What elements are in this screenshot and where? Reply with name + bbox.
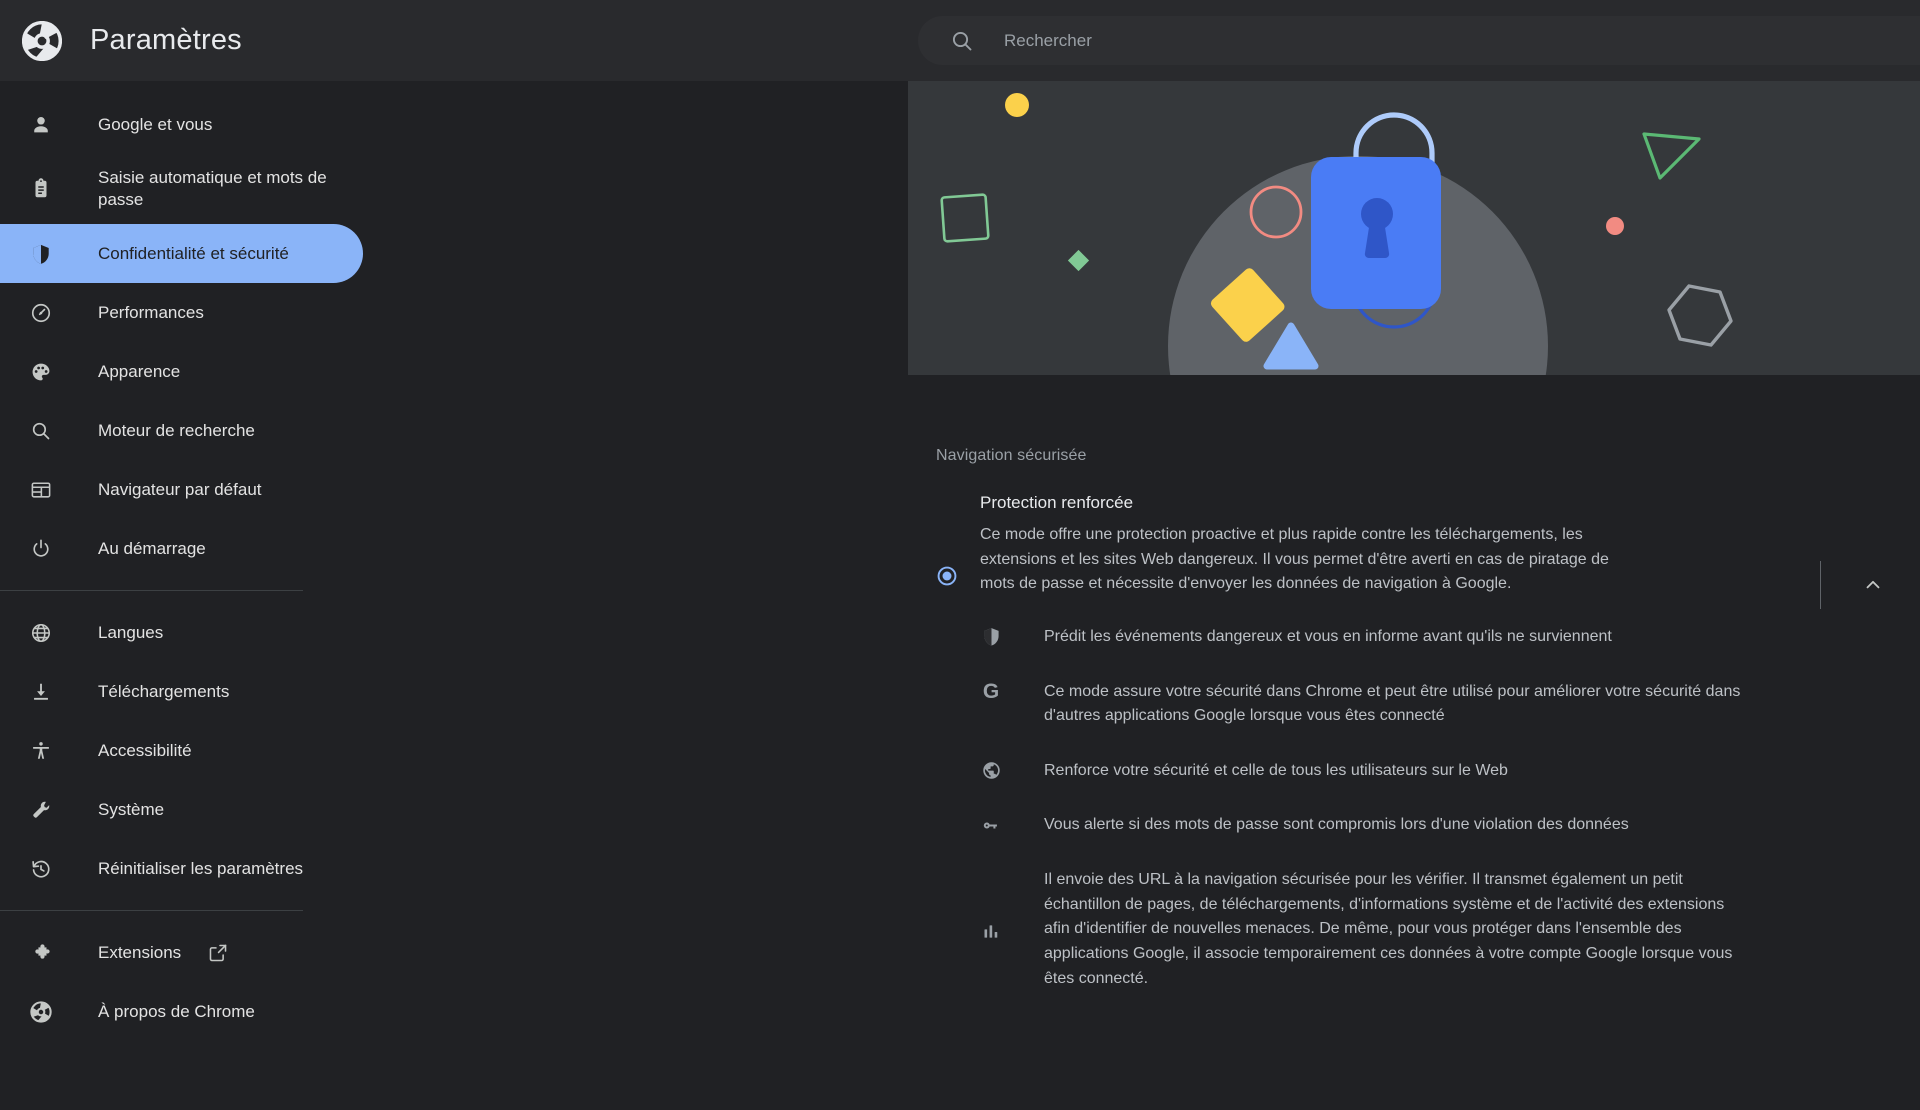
sidebar-item-label: Réinitialiser les paramètres (98, 858, 304, 878)
sidebar-item-saisie-automatique[interactable]: Saisie automatique et mots de passe (0, 154, 908, 224)
feature-item: Vous alerte si des mots de passe sont co… (980, 813, 1880, 838)
feature-list: Prédit les événements dangereux et vous … (980, 625, 1920, 991)
sidebar-item-label: Google et vous (98, 114, 213, 134)
sidebar-item-label: Extensions (98, 942, 182, 962)
sidebar-item-navigateur-par-defaut[interactable]: Navigateur par défaut (0, 460, 908, 519)
feature-item: Renforce votre sécurité et celle de tous… (980, 759, 1880, 784)
power-icon (30, 538, 52, 560)
safe-browsing-option-enhanced[interactable]: Protection renforcée Ce mode offre une p… (908, 465, 1920, 609)
person-icon (30, 114, 52, 136)
restore-clock-icon (30, 858, 52, 880)
settings-window: Paramètres Google et (0, 0, 1920, 1110)
radio-button-selected-icon[interactable] (936, 565, 958, 587)
sidebar-divider-1 (0, 590, 303, 591)
option-divider (1820, 561, 1821, 609)
sidebar-nav: Google et vous Saisie automatique et mot… (0, 81, 908, 1110)
app-header: Paramètres (0, 0, 1920, 81)
section-label: Navigation sécurisée (936, 447, 1087, 464)
sidebar-item-a-propos-de-chrome[interactable]: À propos de Chrome (0, 982, 908, 1041)
sidebar-item-label: Saisie automatique et mots de passe (98, 168, 327, 209)
sidebar-item-telechargements[interactable]: Téléchargements (0, 662, 908, 721)
google-g-icon: G (982, 680, 1000, 703)
feature-item: Prédit les événements dangereux et vous … (980, 625, 1880, 650)
sidebar-item-langues[interactable]: Langues (0, 603, 908, 662)
yellow-dot (1005, 93, 1029, 117)
sidebar-item-performances[interactable]: Performances (0, 283, 908, 342)
sidebar-item-label: Performances (98, 302, 204, 322)
sidebar-item-au-demarrage[interactable]: Au démarrage (0, 519, 908, 578)
sidebar-divider-2 (0, 910, 303, 911)
option-description: Ce mode offre une protection proactive e… (980, 526, 1609, 593)
sidebar-group-2: Langues Téléchargements Accessibilité Sy… (0, 603, 908, 898)
browser-window-icon (30, 479, 52, 501)
sidebar-item-label: Accessibilité (98, 740, 192, 760)
option-title: Protection renforcée (980, 493, 1134, 512)
sidebar-item-apparence[interactable]: Apparence (0, 342, 908, 401)
search-bar[interactable] (918, 16, 1920, 65)
search-input[interactable] (1004, 30, 1920, 51)
feature-text: Renforce votre sécurité et celle de tous… (1044, 761, 1508, 779)
sidebar-group-1: Google et vous Saisie automatique et mot… (0, 95, 908, 578)
sidebar-item-google-et-vous[interactable]: Google et vous (0, 95, 908, 154)
sidebar-item-moteur-de-recherche[interactable]: Moteur de recherche (0, 401, 908, 460)
main-content: Navigation sécurisée Protection renforcé… (908, 81, 1920, 1110)
bar-chart-icon (980, 920, 1002, 942)
hero-illustration (908, 81, 1920, 375)
sidebar-item-label: Téléchargements (98, 681, 230, 701)
sidebar-item-confidentialite-et-securite[interactable]: Confidentialité et sécurité (0, 224, 363, 283)
sidebar-item-label: Langues (98, 622, 164, 642)
download-icon (30, 681, 52, 703)
sidebar-item-label: À propos de Chrome (98, 1001, 255, 1021)
feature-text: Il envoie des URL à la navigation sécuri… (1044, 871, 1733, 987)
puzzle-icon (30, 942, 52, 964)
feature-text: Ce mode assure votre sécurité dans Chrom… (1044, 682, 1741, 725)
sidebar-item-reinitialiser-les-parametres[interactable]: Réinitialiser les paramètres (0, 839, 908, 898)
chrome-logo-icon (30, 1000, 52, 1023)
search-icon (950, 29, 974, 53)
page-title: Paramètres (90, 24, 242, 56)
search-icon (30, 420, 52, 442)
feature-item: Il envoie des URL à la navigation sécuri… (980, 868, 1880, 991)
sidebar-item-label: Système (98, 799, 165, 819)
globe-icon (30, 622, 52, 644)
clipboard-icon (30, 178, 52, 200)
sidebar-item-label: Navigateur par défaut (98, 479, 262, 499)
feature-item: G Ce mode assure votre sécurité dans Chr… (980, 680, 1880, 729)
chevron-up-icon[interactable] (1856, 568, 1890, 602)
sidebar-item-label: Au démarrage (98, 538, 206, 558)
wrench-icon (30, 799, 52, 821)
shield-icon (30, 243, 52, 265)
chrome-logo-icon (22, 20, 62, 61)
sidebar-item-extensions[interactable]: Extensions (0, 923, 908, 982)
shield-icon (980, 626, 1002, 648)
sidebar-item-label: Apparence (98, 361, 181, 381)
feature-text: Vous alerte si des mots de passe sont co… (1044, 816, 1629, 834)
accessibility-icon (30, 740, 52, 762)
feature-text: Prédit les événements dangereux et vous … (1044, 627, 1612, 645)
sidebar-item-systeme[interactable]: Système (0, 780, 908, 839)
external-link-icon[interactable] (207, 942, 229, 964)
key-icon (980, 814, 1002, 836)
sidebar-item-accessibilite[interactable]: Accessibilité (0, 721, 908, 780)
sidebar-item-label: Confidentialité et sécurité (98, 243, 289, 263)
globe-icon (980, 760, 1002, 782)
sidebar-item-label: Moteur de recherche (98, 420, 255, 440)
palette-icon (30, 361, 52, 383)
brand: Paramètres (0, 20, 242, 61)
sidebar-group-3: Extensions À propos de Chrome (0, 923, 908, 1041)
speedometer-icon (30, 302, 52, 324)
